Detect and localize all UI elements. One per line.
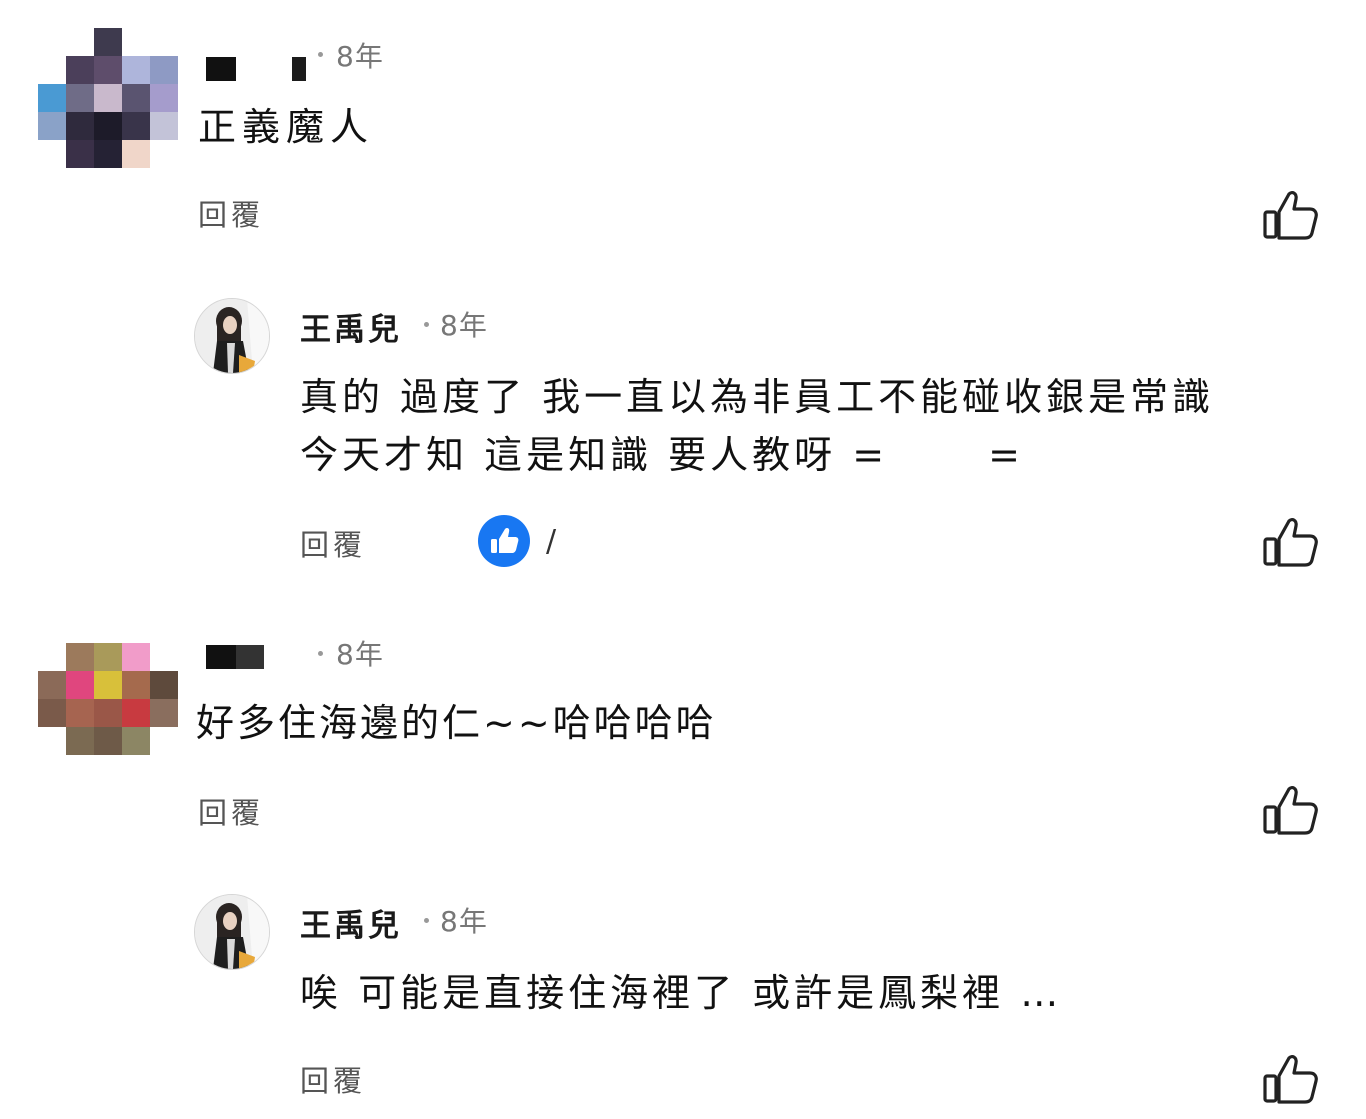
like-button[interactable]: [1262, 783, 1320, 839]
profile-photo: [195, 895, 269, 969]
author-name[interactable]: 王禹兒: [300, 304, 402, 349]
separator-dot: [424, 322, 429, 327]
reply-button[interactable]: 回覆: [198, 192, 264, 234]
thumbs-up-outline-icon: [1263, 191, 1318, 240]
thumbs-up-outline-icon: [1263, 1055, 1318, 1104]
author-name[interactable]: 王禹兒: [300, 900, 402, 945]
thumbs-up-outline-icon: [1263, 786, 1318, 835]
timestamp: 8年: [336, 638, 384, 671]
timestamp: 8年: [336, 40, 384, 73]
reaction-count: /: [546, 524, 557, 559]
reply-button[interactable]: 回覆: [300, 522, 366, 564]
like-button[interactable]: [1262, 188, 1320, 244]
separator-dot: [424, 918, 429, 923]
separator-dot: [318, 651, 323, 656]
timestamp: 8年: [440, 309, 488, 342]
like-button[interactable]: [1262, 1052, 1320, 1108]
comment-text-line-1: 真的 過度了 我一直以為非員工不能碰收銀是常識: [300, 375, 1215, 419]
author-name-redacted[interactable]: [206, 57, 236, 81]
comment-text: 好多住海邊的仁~~哈哈哈哈: [196, 701, 717, 745]
like-button[interactable]: [1262, 515, 1320, 571]
comment-text: 唉 可能是直接住海裡了 或許是鳳梨裡 …: [300, 971, 1063, 1015]
avatar[interactable]: [38, 28, 178, 168]
author-name-redacted[interactable]: [206, 645, 236, 669]
comment-text: 正義魔人: [198, 105, 375, 149]
reply-button[interactable]: 回覆: [300, 1058, 366, 1100]
timestamp: 8年: [440, 905, 488, 938]
profile-photo: [195, 299, 269, 373]
thumbs-up-icon[interactable]: [478, 515, 530, 567]
avatar[interactable]: [194, 298, 270, 374]
comment-text-line-2: 今天才知 這是知識 要人教呀 = =: [300, 433, 1024, 477]
author-name-redacted: [236, 645, 264, 669]
separator-dot: [318, 52, 323, 57]
thumbs-up-outline-icon: [1263, 518, 1318, 567]
avatar[interactable]: [38, 643, 178, 783]
author-name-redacted: [292, 57, 306, 81]
reply-button[interactable]: 回覆: [198, 790, 264, 832]
avatar[interactable]: [194, 894, 270, 970]
